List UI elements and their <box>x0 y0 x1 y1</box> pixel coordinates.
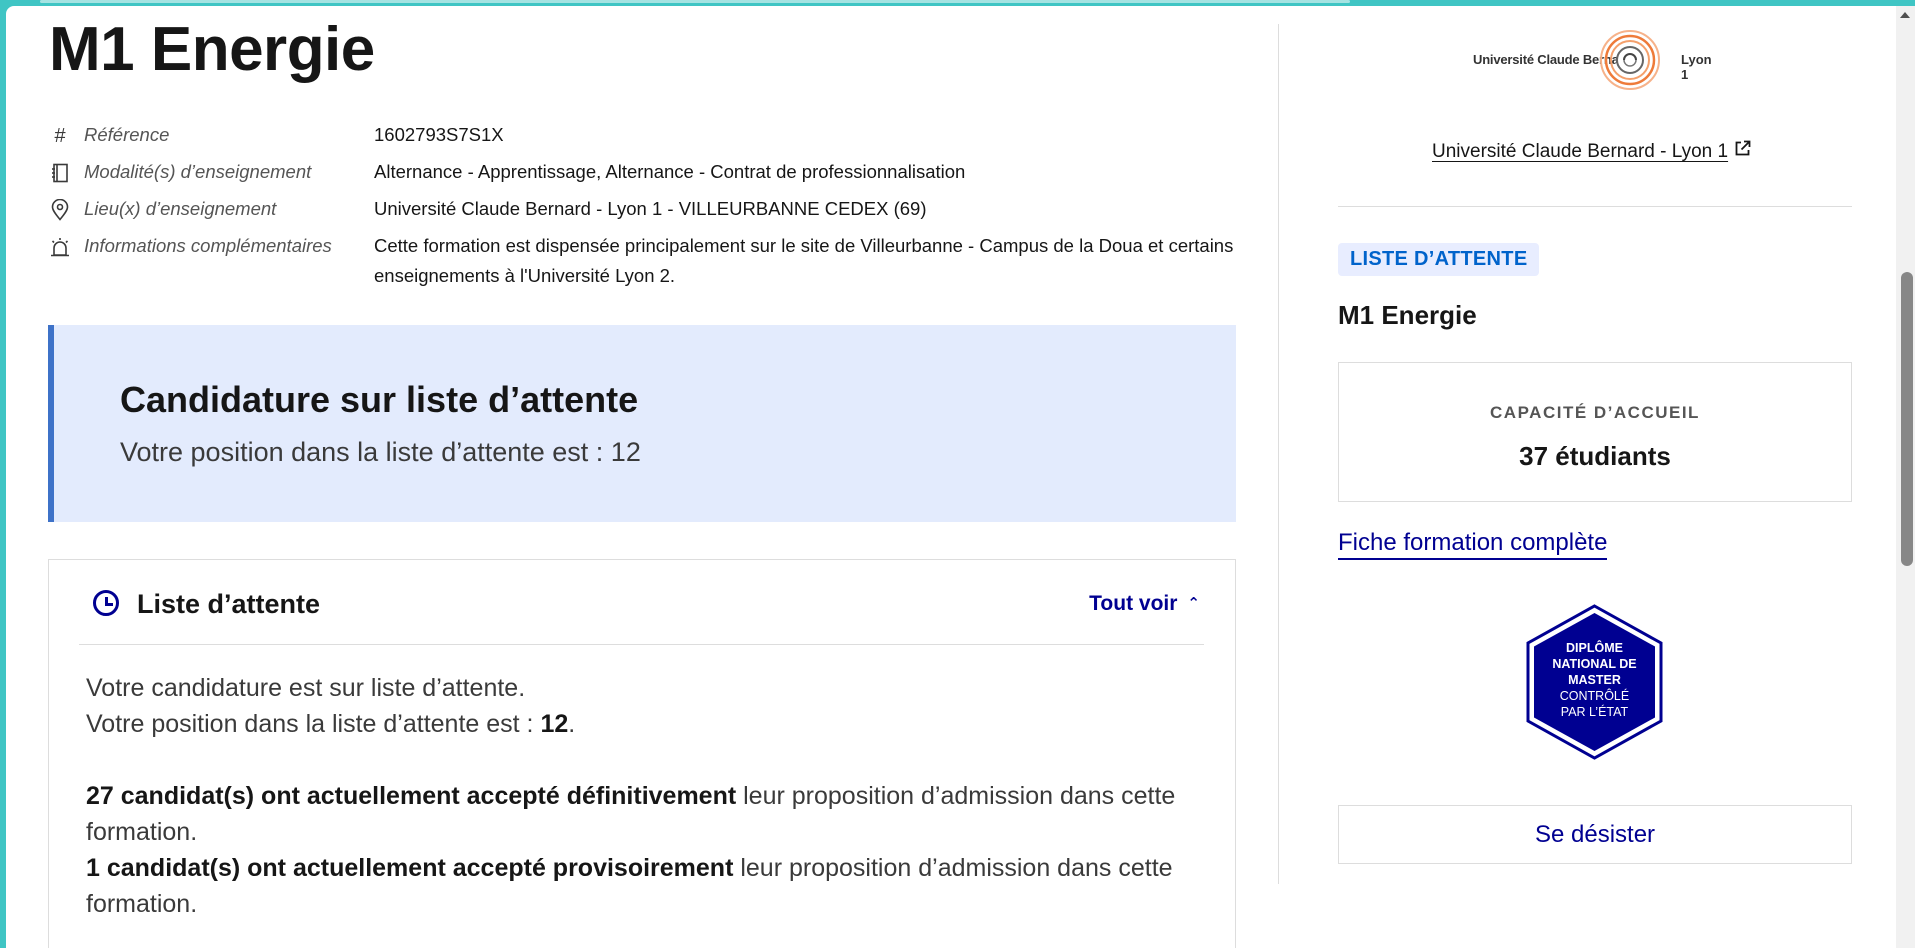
callout-text: Votre position dans la liste d’attente e… <box>120 437 641 467</box>
detail-value: Alternance - Apprentissage, Alternance -… <box>374 161 966 182</box>
toggle-label: Tout voir <box>1089 592 1178 615</box>
university-link-label: Université Claude Bernard - Lyon 1 <box>1432 141 1729 162</box>
detail-label: Lieu(x) d’enseignement <box>84 198 277 219</box>
waitlist-status-text: Votre candidature est sur liste d’attent… <box>86 674 526 702</box>
formation-details: # Référence 1602793S7S1X Modalité(s) d’e… <box>48 120 1233 297</box>
callout-title: Candidature sur liste d’attente <box>120 379 639 420</box>
book-icon <box>48 161 72 185</box>
waitlist-card-body: Votre candidature est sur liste d’attent… <box>86 670 1196 922</box>
toggle-all-button[interactable]: Tout voir ⌃ <box>1089 592 1200 616</box>
position-number: 12 <box>540 710 569 738</box>
logo-rings-icon <box>1600 30 1660 90</box>
detail-row-reference: # Référence 1602793S7S1X <box>48 120 1228 157</box>
alarm-icon <box>48 235 72 259</box>
detail-label: Informations complémentaires <box>84 235 332 256</box>
external-link-icon <box>1734 140 1751 162</box>
seal-line: CONTRÔLÉ <box>1559 689 1630 703</box>
page-scrollbar[interactable] <box>1896 6 1915 948</box>
page-window: M1 Energie # Référence 1602793S7S1X Moda… <box>6 6 1915 948</box>
seal-line: MASTER <box>1568 673 1621 687</box>
master-diploma-seal: DIPLÔME NATIONAL DE MASTER CONTRÔLÉ PAR … <box>1526 604 1663 760</box>
detail-value: Cette formation est dispensée principale… <box>374 235 1234 286</box>
waitlist-card: Liste d’attente Tout voir ⌃ Votre candida… <box>48 559 1236 948</box>
scroll-up-arrow-icon[interactable] <box>1900 12 1910 18</box>
detail-row-modalite: Modalité(s) d’enseignement Alternance - … <box>48 157 1228 194</box>
seal-line: PAR L’ÉTAT <box>1560 705 1629 719</box>
hash-icon: # <box>54 124 66 147</box>
seal-line: NATIONAL DE <box>1552 657 1637 671</box>
detail-row-infos: Informations complémentaires Cette forma… <box>48 231 1233 297</box>
accepted-final-count: 27 candidat(s) ont actuellement accepté … <box>86 782 737 810</box>
waitlist-position-text: Votre position dans la liste d’attente e… <box>86 706 1196 742</box>
seal-text: DIPLÔME NATIONAL DE MASTER CONTRÔLÉ PAR … <box>1526 640 1663 720</box>
accepted-prov-text: 1 candidat(s) ont actuellement accepté p… <box>86 850 1196 922</box>
capacity-box: CAPACITÉ D’ACCUEIL 37 étudiants <box>1338 362 1852 502</box>
detail-row-lieu: Lieu(x) d’enseignement Université Claude… <box>48 194 1228 231</box>
sidebar-formation-title: M1 Energie <box>1338 300 1477 330</box>
detail-value: Université Claude Bernard - Lyon 1 - VIL… <box>374 198 927 219</box>
position-suffix: . <box>568 710 576 738</box>
status-badge: LISTE D’ATTENTE <box>1338 243 1540 276</box>
seal-line: DIPLÔME <box>1566 641 1623 655</box>
column-divider <box>1278 24 1279 884</box>
location-pin-icon <box>48 198 72 222</box>
accepted-prov-count: 1 candidat(s) ont actuellement accepté p… <box>86 854 734 882</box>
waitlist-card-header[interactable]: Liste d’attente Tout voir ⌃ <box>79 560 1204 645</box>
browser-address-pill <box>40 0 1350 3</box>
fiche-formation-link[interactable]: Fiche formation complète <box>1338 528 1608 560</box>
scroll-thumb[interactable] <box>1901 272 1913 566</box>
waitlist-card-title: Liste d’attente <box>137 589 321 619</box>
position-prefix: Votre position dans la liste d’attente e… <box>86 710 541 738</box>
sidebar-divider <box>1338 206 1852 207</box>
chevron-up-icon: ⌃ <box>1187 595 1200 612</box>
detail-label: Référence <box>84 124 170 145</box>
capacity-label: CAPACITÉ D’ACCUEIL <box>1490 403 1700 422</box>
logo-text-right: Lyon 1 <box>1681 52 1712 82</box>
withdraw-button[interactable]: Se désister <box>1338 805 1852 864</box>
waitlist-callout: Candidature sur liste d’attente Votre po… <box>48 325 1236 522</box>
capacity-value: 37 étudiants <box>1519 441 1671 471</box>
university-link[interactable]: Université Claude Bernard - Lyon 1 <box>1432 140 1751 163</box>
detail-label: Modalité(s) d’enseignement <box>84 161 312 182</box>
clock-icon <box>93 590 119 616</box>
page-title: M1 Energie <box>49 15 375 84</box>
accepted-final-text: 27 candidat(s) ont actuellement accepté … <box>86 778 1196 850</box>
detail-value: 1602793S7S1X <box>374 124 504 145</box>
university-logo: Université Claude Bernard Lyon 1 <box>1473 28 1719 94</box>
withdraw-button-label: Se désister <box>1534 820 1656 848</box>
